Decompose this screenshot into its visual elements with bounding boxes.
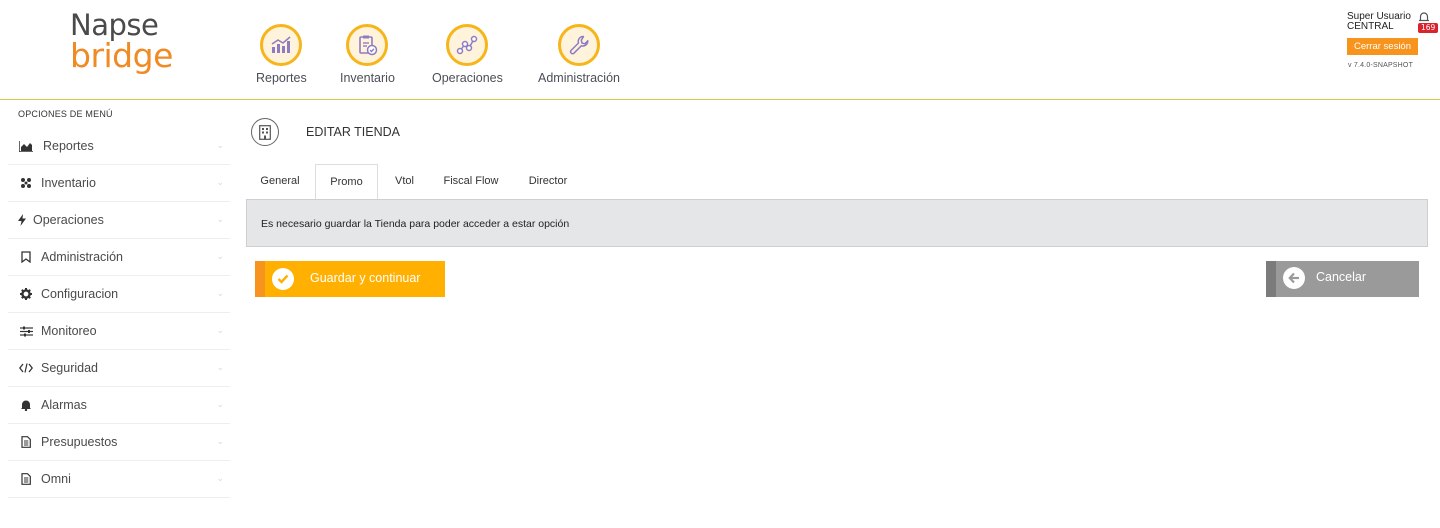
topnav-inventario[interactable]: Inventario: [340, 24, 395, 85]
topnav-label: Reportes: [256, 71, 307, 85]
topnav-operaciones[interactable]: Operaciones: [432, 24, 503, 85]
chevron-down-icon: ⌄: [216, 251, 224, 261]
chevron-down-icon: ⌄: [216, 362, 224, 372]
brand-logo[interactable]: Napse bridge: [70, 11, 173, 75]
sidebar-item-label: Inventario: [41, 176, 96, 190]
gear-icon: [18, 288, 34, 300]
brand-line-2: bridge: [70, 35, 173, 75]
boxes-icon: [18, 177, 34, 189]
sidebar-item-label: Configuracion: [41, 287, 119, 301]
sidebar-item-inventario[interactable]: Inventario ⌄: [8, 165, 230, 202]
sidebar-item-label: Alarmas: [41, 398, 87, 412]
check-icon: [272, 268, 294, 290]
clipboard-check-icon: [346, 24, 389, 66]
top-header: Napse bridge Reportes Inventario Operaci…: [0, 0, 1440, 100]
sidebar-item-label: Monitoreo: [41, 324, 97, 338]
chevron-down-icon: ⌄: [216, 214, 224, 224]
wrench-icon: [557, 24, 600, 66]
topnav-reportes[interactable]: Reportes: [256, 24, 307, 85]
save-button-label: Guardar y continuar: [310, 271, 421, 285]
sidebar-item-monitoreo[interactable]: Monitoreo ⌄: [8, 313, 230, 350]
sidebar-item-administracion[interactable]: Administración ⌄: [8, 239, 230, 276]
document-icon: [18, 473, 34, 485]
code-icon: [18, 363, 34, 373]
cancel-button-label: Cancelar: [1316, 270, 1367, 284]
info-alert: Es necesario guardar la Tienda para pode…: [246, 199, 1428, 247]
cancel-button[interactable]: Cancelar: [1266, 261, 1419, 297]
tab-bar: General Promo Vtol Fiscal Flow Director: [246, 164, 1428, 200]
sidebar-item-label: Operaciones: [33, 213, 104, 227]
user-info: Super Usuario CENTRAL: [1347, 11, 1411, 32]
sidebar-item-alarmas[interactable]: Alarmas ⌄: [8, 387, 230, 424]
tab-director[interactable]: Director: [520, 164, 576, 199]
tab-general[interactable]: General: [246, 164, 314, 199]
button-accent-stripe: [1266, 261, 1276, 297]
sidebar-item-presupuestos[interactable]: Presupuestos ⌄: [8, 424, 230, 461]
chevron-down-icon: ⌄: [216, 473, 224, 483]
page-title: EDITAR TIENDA: [306, 125, 400, 139]
tab-promo[interactable]: Promo: [315, 164, 378, 200]
sidebar-item-configuracion[interactable]: Configuracion ⌄: [8, 276, 230, 313]
bell-icon: [18, 399, 34, 411]
tab-fiscal-flow[interactable]: Fiscal Flow: [436, 164, 506, 199]
sidebar-item-seguridad[interactable]: Seguridad ⌄: [8, 350, 230, 387]
chart-icon: [260, 24, 303, 66]
sidebar-item-label: Presupuestos: [41, 435, 118, 449]
sidebar-item-label: Reportes: [43, 139, 94, 153]
chevron-down-icon: ⌄: [216, 140, 224, 150]
topnav-administracion[interactable]: Administración: [538, 24, 620, 85]
save-and-continue-button[interactable]: Guardar y continuar: [255, 261, 445, 297]
chevron-down-icon: ⌄: [216, 325, 224, 335]
sidebar-item-label: Omni: [41, 472, 71, 486]
topnav-label: Administración: [538, 71, 620, 85]
chevron-down-icon: ⌄: [216, 436, 224, 446]
tab-vtol[interactable]: Vtol: [382, 164, 427, 199]
area-chart-icon: [18, 140, 34, 152]
sliders-icon: [18, 326, 34, 337]
document-icon: [18, 436, 34, 448]
chevron-down-icon: ⌄: [216, 177, 224, 187]
topnav-label: Inventario: [340, 71, 395, 85]
topnav-label: Operaciones: [432, 71, 503, 85]
nodes-icon: [446, 24, 489, 66]
sidebar-item-label: Seguridad: [41, 361, 98, 375]
version-label: v 7.4.0-SNAPSHOT: [1348, 62, 1414, 69]
notification-count-badge: 169: [1418, 23, 1439, 33]
sidebar-item-operaciones[interactable]: Operaciones ⌄: [8, 202, 230, 239]
chevron-down-icon: ⌄: [216, 399, 224, 409]
logout-button[interactable]: Cerrar sesión: [1347, 38, 1418, 55]
bookmark-icon: [18, 251, 34, 263]
chevron-down-icon: ⌄: [216, 288, 224, 298]
sidebar-item-omni[interactable]: Omni ⌄: [8, 461, 230, 498]
bolt-icon: [18, 214, 26, 226]
sidebar-title: OPCIONES DE MENÚ: [18, 109, 113, 119]
button-accent-stripe: [255, 261, 265, 297]
user-store: CENTRAL: [1347, 21, 1394, 32]
sidebar-item-reportes[interactable]: Reportes ⌄: [8, 128, 230, 165]
alert-message: Es necesario guardar la Tienda para pode…: [261, 218, 570, 230]
building-icon: [251, 118, 279, 146]
sidebar-item-label: Administración: [41, 250, 123, 264]
arrow-left-icon: [1283, 267, 1305, 289]
